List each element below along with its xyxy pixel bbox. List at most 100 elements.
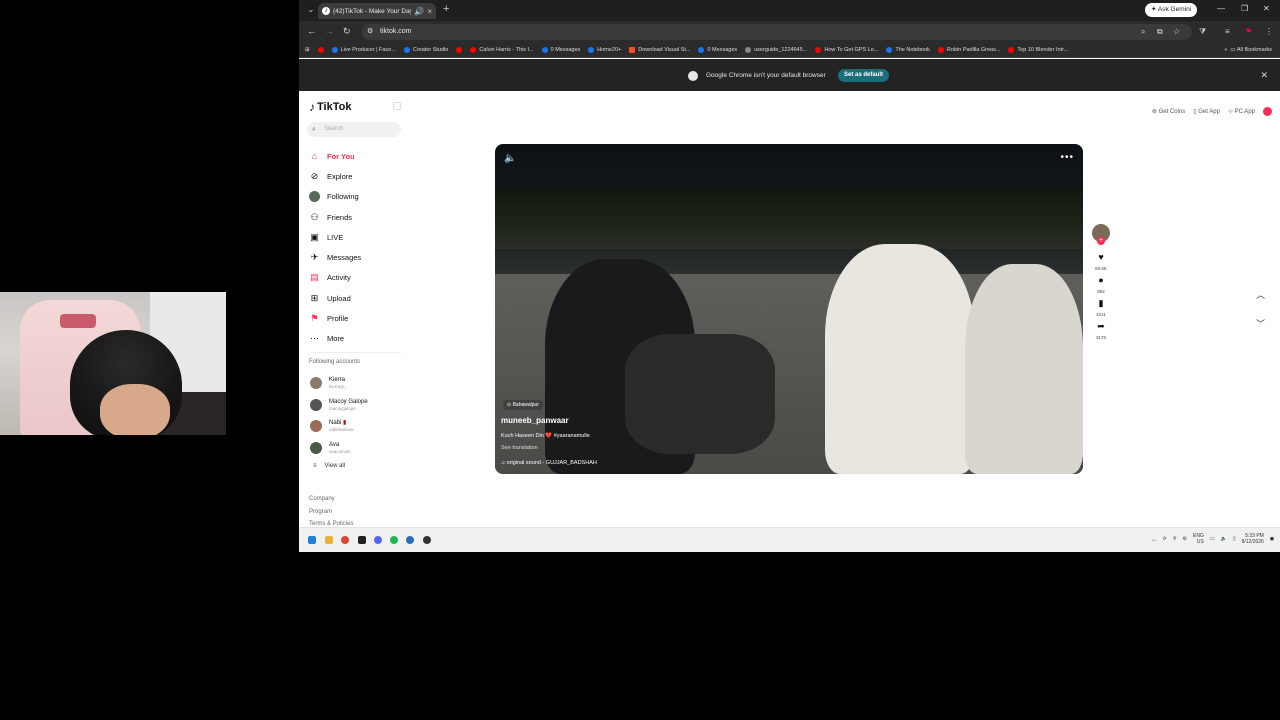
next-video-icon[interactable]: ﹀ [1256, 317, 1265, 330]
profile-avatar[interactable] [1263, 107, 1272, 116]
location-badge[interactable]: ⊙ Bahawalpur [503, 400, 543, 410]
nav-label: Profile [327, 314, 349, 324]
tab-close-icon[interactable]: × [427, 7, 432, 16]
ask-gemini-button[interactable]: ✦ Ask Gemini [1145, 3, 1198, 17]
menu-kebab-icon[interactable]: ⋮ [1265, 27, 1273, 36]
comment-icon: ● [1098, 275, 1104, 285]
start-icon[interactable] [308, 536, 316, 544]
discord-icon[interactable] [374, 536, 382, 544]
bookmark-item[interactable]: The Notebook [886, 47, 930, 53]
browser-tab[interactable]: ♪ (42)TikTok - Make Your Day 🔊 × [318, 3, 436, 19]
reload-icon[interactable]: ↻ [343, 26, 351, 37]
language-indicator[interactable]: ENG US [1193, 533, 1204, 545]
back-icon[interactable]: ← [307, 26, 316, 36]
new-tab-button[interactable]: + [443, 3, 449, 15]
apps-icon[interactable]: ⊞ [305, 47, 310, 53]
bookmark-star-icon[interactable]: ☆ [1173, 27, 1180, 36]
pc-app-button[interactable]: ⊹ PC App [1228, 108, 1255, 115]
nav-for-you[interactable]: ⌂ For You [309, 146, 361, 166]
file-explorer-icon[interactable] [325, 536, 333, 544]
chrome-taskbar-icon[interactable] [341, 536, 349, 544]
nav-explore[interactable]: ⊘ Explore [309, 166, 361, 186]
like-button[interactable]: ♥ 60.6K [1095, 252, 1107, 271]
zoom-icon[interactable]: ⌕ [1141, 27, 1145, 37]
media-icon[interactable]: ≡ [1225, 27, 1230, 36]
get-app-button[interactable]: ▯ Get App [1193, 108, 1220, 115]
search-input[interactable]: ⌕ Search [307, 122, 401, 137]
save-button[interactable]: ▮ 2211 [1096, 298, 1106, 317]
tab-search-icon[interactable]: ⌄ [305, 4, 317, 16]
video-sound-link[interactable]: ♫ original sound - GUJJAR_BADSHAH [501, 460, 597, 466]
battery-icon[interactable]: ▯ [1233, 536, 1236, 542]
account-item[interactable]: Kierra kierragc_ [310, 372, 368, 394]
set-default-button[interactable]: Set as default [838, 69, 890, 82]
clock[interactable]: 5:33 PM 8/12/2026 [1242, 533, 1264, 545]
bookmark-item[interactable]: Creator Studio [403, 47, 448, 53]
bookmark-item[interactable]: Live Producer | Face... [331, 47, 396, 53]
all-bookmarks-button[interactable]: » ▭ All Bookmarks [1224, 47, 1272, 53]
obs-icon[interactable] [423, 536, 431, 544]
bookmark-item[interactable]: Home20+ [588, 47, 621, 53]
footer-link-program[interactable]: Program [309, 506, 353, 519]
wifi-icon[interactable]: ▭ [1210, 536, 1215, 542]
minimize-icon[interactable]: — [1217, 4, 1225, 13]
profile-flag-icon[interactable]: ⚑ [1245, 27, 1252, 36]
bookmark-item[interactable] [317, 47, 324, 53]
install-icon[interactable]: ⧉ [1157, 27, 1163, 37]
account-item[interactable]: Nabi ▮ nabimanasa [310, 415, 368, 437]
steam-icon[interactable] [406, 536, 414, 544]
account-item[interactable]: Ava avacuevas [310, 437, 368, 459]
maximize-icon[interactable]: ❐ [1241, 4, 1248, 13]
see-translation-link[interactable]: See translation [501, 445, 538, 451]
tab-audio-icon[interactable]: 🔊 [414, 7, 424, 16]
bookmark-item[interactable]: Download Visual St... [629, 47, 690, 53]
get-coins-button[interactable]: ⊚ Get Coins [1152, 108, 1185, 115]
tray-app-icon[interactable]: ⚲ [1173, 536, 1177, 542]
nav-following[interactable]: Following [309, 187, 361, 207]
bookmark-item[interactable]: Calvin Harris - This I... [470, 47, 534, 53]
tray-app-icon[interactable]: ⚙ [1183, 536, 1187, 542]
extensions-icon[interactable]: ⧩ [1199, 27, 1206, 37]
previous-video-icon[interactable]: ︿ [1256, 288, 1265, 301]
nav-friends[interactable]: ⚇ Friends [309, 207, 361, 227]
tray-app-icon[interactable]: ⟳ [1163, 536, 1167, 542]
tiktok-logo[interactable]: ♪ TikTok [309, 100, 351, 114]
infobar-close-icon[interactable]: ✕ [1260, 70, 1268, 81]
volume-icon[interactable]: 🔈 [504, 153, 516, 164]
account-item[interactable]: Macoy Galope macoygalope [310, 394, 368, 416]
video-more-icon[interactable]: ••• [1060, 152, 1074, 163]
nav-live[interactable]: ▣ LIVE [309, 227, 361, 247]
close-window-icon[interactable]: ✕ [1263, 4, 1270, 13]
nav-upload[interactable]: ⊞ Upload [309, 288, 361, 308]
bookmark-item[interactable]: Top 10 Blender Intr... [1008, 47, 1068, 53]
bookmark-item[interactable]: 0 Messages [541, 47, 580, 53]
bookmark-item[interactable]: 0 Messages [698, 47, 737, 53]
follow-plus-icon[interactable]: + [1097, 237, 1105, 245]
nav-activity[interactable]: ▤ Activity [309, 268, 361, 288]
video-player[interactable]: 🔈 ••• ⊙ Bahawalpur muneeb_panwaar Kuch H… [495, 144, 1083, 474]
bookmark-favicon [886, 47, 893, 53]
nav-more[interactable]: ⋯ More [309, 329, 361, 349]
forward-icon[interactable]: → [325, 26, 334, 36]
nav-profile[interactable]: ⚑ Profile [309, 308, 361, 328]
view-all-button[interactable]: ≡ View all [313, 463, 345, 469]
bookmark-item[interactable]: How To Get GPS Lo... [815, 47, 878, 53]
capcut-icon[interactable] [358, 536, 366, 544]
tray-expand-icon[interactable]: ︿ [1152, 536, 1157, 543]
video-username[interactable]: muneeb_panwaar [501, 416, 569, 425]
notification-icon[interactable]: ◼ [1270, 536, 1274, 542]
spotify-icon[interactable] [390, 536, 398, 544]
comment-button[interactable]: ● 882 [1097, 275, 1105, 294]
collapse-sidebar-icon[interactable] [393, 102, 401, 110]
volume-tray-icon[interactable]: 🔈 [1221, 536, 1227, 542]
bookmark-item[interactable]: userguide_1224645... [745, 47, 807, 53]
address-bar[interactable]: ⚙ tiktok.com [362, 24, 1192, 40]
bookmark-item[interactable] [456, 47, 463, 53]
footer-link-company[interactable]: Company [309, 493, 353, 506]
share-button[interactable]: ➦ 3176 [1096, 321, 1106, 340]
site-info-icon[interactable]: ⚙ [367, 24, 373, 40]
bookmark-item[interactable]: Robin Padilla Greas... [937, 47, 1000, 53]
nav-messages[interactable]: ✈ Messages [309, 247, 361, 267]
creator-avatar[interactable]: + [1092, 224, 1110, 245]
account-handle: kierragc_ [329, 383, 348, 389]
